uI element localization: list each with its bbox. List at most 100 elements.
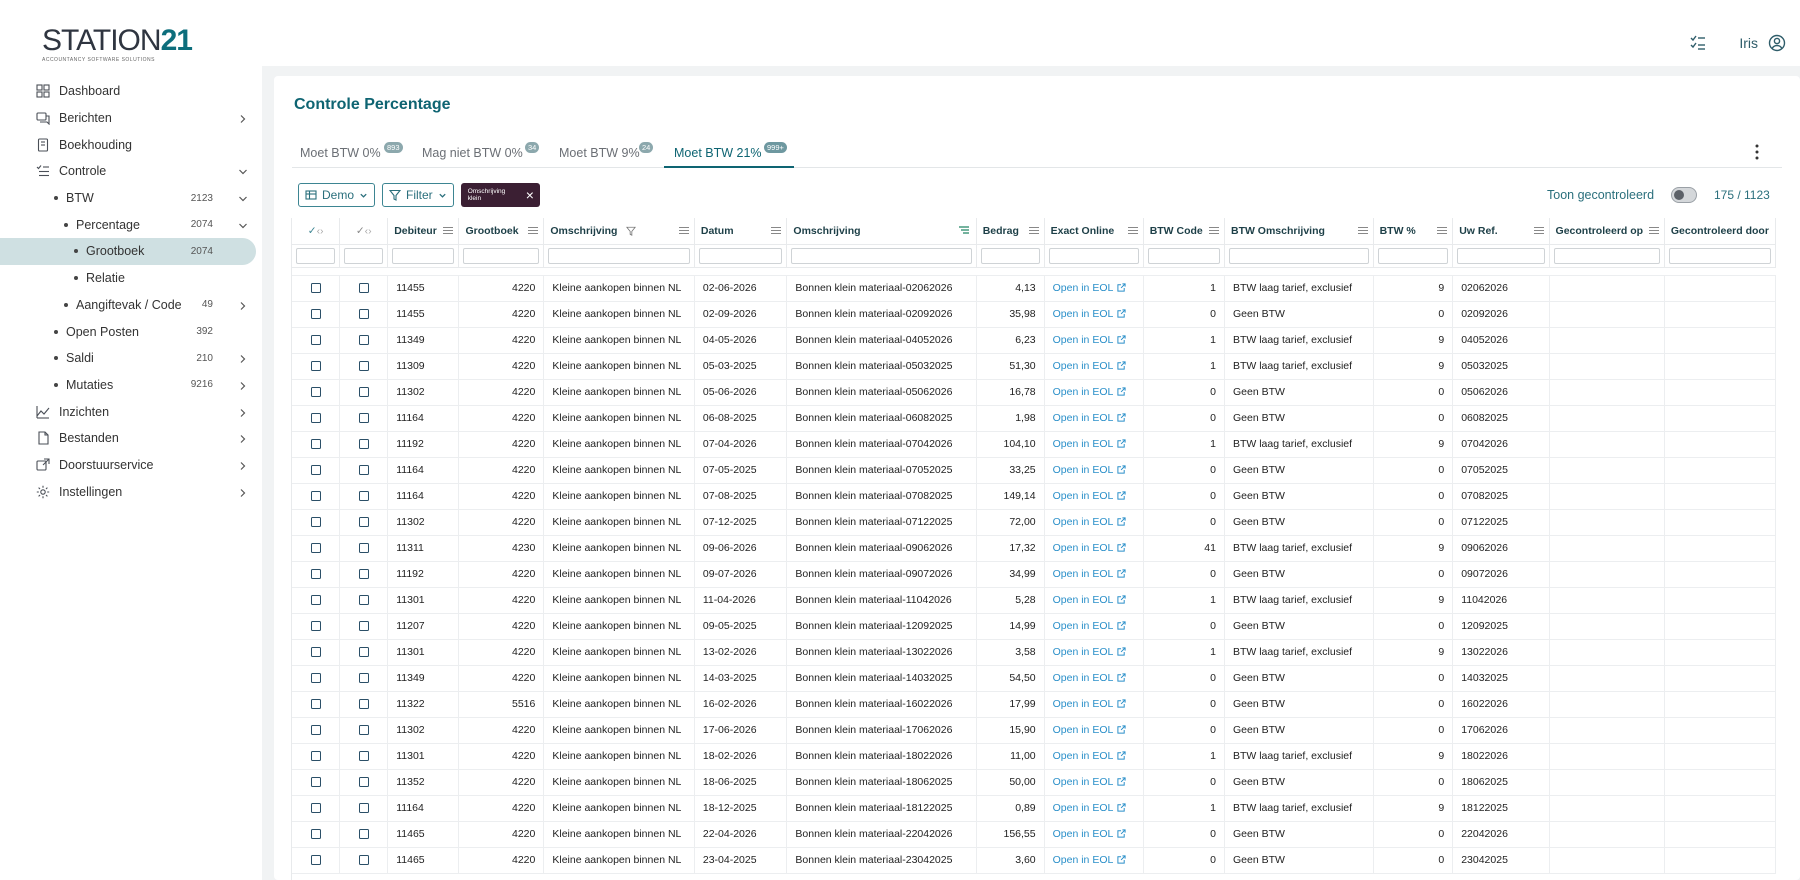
column-filter-input[interactable] <box>392 247 455 264</box>
table-row[interactable]: 11301 4220 Kleine aankopen binnen NL 11-04-… <box>292 587 1776 614</box>
open-in-eol-link[interactable]: Open in EOL <box>1053 464 1114 476</box>
sidebar-item-relatie[interactable]: Relatie <box>0 265 262 292</box>
row-checkbox[interactable] <box>358 699 369 710</box>
table-row[interactable]: 11301 4220 Kleine aankopen binnen NL 18-02-… <box>292 743 1776 770</box>
external-link-icon[interactable] <box>1117 465 1126 474</box>
sidebar-item-grootboek[interactable]: Grootboek 2074 <box>0 238 256 265</box>
table-row[interactable]: 11207 4220 Kleine aankopen binnen NL 09-05-… <box>292 613 1776 640</box>
column-filter-input[interactable] <box>1377 247 1449 264</box>
row-checkbox[interactable] <box>310 777 321 788</box>
chevron-right-icon[interactable] <box>238 300 248 310</box>
table-row[interactable]: 11309 4220 Kleine aankopen binnen NL 05-03-… <box>292 353 1776 380</box>
external-link-icon[interactable] <box>1117 751 1126 760</box>
row-checkbox[interactable] <box>310 335 321 346</box>
row-checkbox[interactable] <box>310 309 321 320</box>
row-checkbox[interactable] <box>358 309 369 320</box>
select-all-controlled-header[interactable]: ✓‹› <box>339 218 389 245</box>
column-menu-icon[interactable] <box>771 227 782 235</box>
chevron-right-icon[interactable] <box>238 407 248 417</box>
chevron-down-icon[interactable] <box>238 220 248 230</box>
external-link-icon[interactable] <box>1117 595 1126 604</box>
sidebar-item-dashboard[interactable]: Dashboard <box>0 78 262 105</box>
external-link-icon[interactable] <box>1117 491 1126 500</box>
open-in-eol-link[interactable]: Open in EOL <box>1053 646 1114 658</box>
table-row[interactable]: 11349 4220 Kleine aankopen binnen NL 04-05-… <box>292 327 1776 354</box>
column-gecontroleerd-door[interactable]: Gecontroleerd door <box>1664 218 1776 245</box>
open-in-eol-link[interactable]: Open in EOL <box>1053 594 1114 606</box>
sidebar-item-doorstuurservice[interactable]: Doorstuurservice <box>0 452 262 479</box>
row-checkbox[interactable] <box>310 361 321 372</box>
table-row[interactable]: 11192 4220 Kleine aankopen binnen NL 09-07-… <box>292 561 1776 588</box>
row-checkbox[interactable] <box>310 621 321 632</box>
open-in-eol-link[interactable]: Open in EOL <box>1053 750 1114 762</box>
table-row[interactable]: 11164 4220 Kleine aankopen binnen NL 07-05-… <box>292 457 1776 484</box>
row-checkbox[interactable] <box>310 413 321 424</box>
external-link-icon[interactable] <box>1117 829 1126 838</box>
row-checkbox[interactable] <box>358 673 369 684</box>
row-checkbox[interactable] <box>358 647 369 658</box>
column-menu-icon[interactable] <box>1028 227 1039 235</box>
row-checkbox[interactable] <box>358 491 369 502</box>
external-link-icon[interactable] <box>1117 699 1126 708</box>
tab-mag-niet-btw-0[interactable]: Mag niet BTW 0% 34 <box>422 138 544 168</box>
column-menu-icon[interactable] <box>1357 227 1368 235</box>
open-in-eol-link[interactable]: Open in EOL <box>1053 490 1114 502</box>
table-row[interactable]: 11164 4220 Kleine aankopen binnen NL 07-08-… <box>292 483 1776 510</box>
row-checkbox[interactable] <box>358 413 369 424</box>
sidebar-item-percentage[interactable]: Percentage 2074 <box>0 211 262 238</box>
table-row[interactable]: 11352 4220 Kleine aankopen binnen NL 18-06-… <box>292 769 1776 796</box>
column-filter-input[interactable] <box>698 247 783 264</box>
column-menu-icon[interactable] <box>1437 227 1448 235</box>
chevron-right-icon[interactable] <box>238 433 248 444</box>
row-checkbox[interactable] <box>310 387 321 398</box>
column-datum[interactable]: Datum <box>694 218 788 245</box>
external-link-icon[interactable] <box>1117 543 1126 552</box>
column-filter-input[interactable] <box>296 247 336 264</box>
row-checkbox[interactable] <box>310 725 321 736</box>
row-checkbox[interactable] <box>358 517 369 528</box>
row-checkbox[interactable] <box>310 517 321 528</box>
open-in-eol-link[interactable]: Open in EOL <box>1053 412 1114 424</box>
row-checkbox[interactable] <box>310 439 321 450</box>
row-checkbox[interactable] <box>310 283 321 294</box>
row-checkbox[interactable] <box>310 569 321 580</box>
open-in-eol-link[interactable]: Open in EOL <box>1053 516 1114 528</box>
row-checkbox[interactable] <box>310 543 321 554</box>
column-btw-omschrijving[interactable]: BTW Omschrijving <box>1224 218 1374 245</box>
external-link-icon[interactable] <box>1117 439 1126 448</box>
external-link-icon[interactable] <box>1117 725 1126 734</box>
table-row[interactable]: 11302 4220 Kleine aankopen binnen NL 17-06-… <box>292 717 1776 744</box>
column-menu-icon[interactable] <box>1533 227 1544 235</box>
column-menu-icon[interactable] <box>528 227 539 235</box>
row-checkbox[interactable] <box>310 647 321 658</box>
column-omschrijving[interactable]: Omschrijving <box>543 218 695 245</box>
open-in-eol-link[interactable]: Open in EOL <box>1053 542 1114 554</box>
row-checkbox[interactable] <box>310 673 321 684</box>
row-checkbox[interactable] <box>310 751 321 762</box>
station21-logo[interactable]: STATION21 ACCOUNTANCY SOFTWARE SOLUTIONS <box>42 26 193 66</box>
external-link-icon[interactable] <box>1117 621 1126 630</box>
sidebar-item-inzichten[interactable]: Inzichten <box>0 398 262 425</box>
row-checkbox[interactable] <box>310 829 321 840</box>
row-checkbox[interactable] <box>358 777 369 788</box>
tasks-icon[interactable] <box>1689 34 1707 52</box>
external-link-icon[interactable] <box>1117 673 1126 682</box>
open-in-eol-link[interactable]: Open in EOL <box>1053 776 1114 788</box>
row-checkbox[interactable] <box>358 335 369 346</box>
table-row[interactable]: 11302 4220 Kleine aankopen binnen NL 07-12-… <box>292 509 1776 536</box>
chevron-right-icon[interactable] <box>238 353 248 364</box>
open-in-eol-link[interactable]: Open in EOL <box>1053 282 1114 294</box>
user-name[interactable]: Iris <box>1739 35 1758 51</box>
external-link-icon[interactable] <box>1117 803 1126 812</box>
row-checkbox[interactable] <box>310 803 321 814</box>
column-btw-code[interactable]: BTW Code <box>1143 218 1225 245</box>
tab-moet-btw-9[interactable]: Moet BTW 9% 24 <box>559 138 655 168</box>
column-menu-icon[interactable] <box>1208 227 1219 235</box>
filter-icon[interactable] <box>626 226 637 236</box>
table-row[interactable]: 11322 5516 Kleine aankopen binnen NL 16-02-… <box>292 691 1776 718</box>
column-menu-icon[interactable] <box>1648 227 1659 235</box>
column-filter-input[interactable] <box>344 247 384 264</box>
row-checkbox[interactable] <box>358 751 369 762</box>
open-in-eol-link[interactable]: Open in EOL <box>1053 334 1114 346</box>
external-link-icon[interactable] <box>1117 777 1126 786</box>
